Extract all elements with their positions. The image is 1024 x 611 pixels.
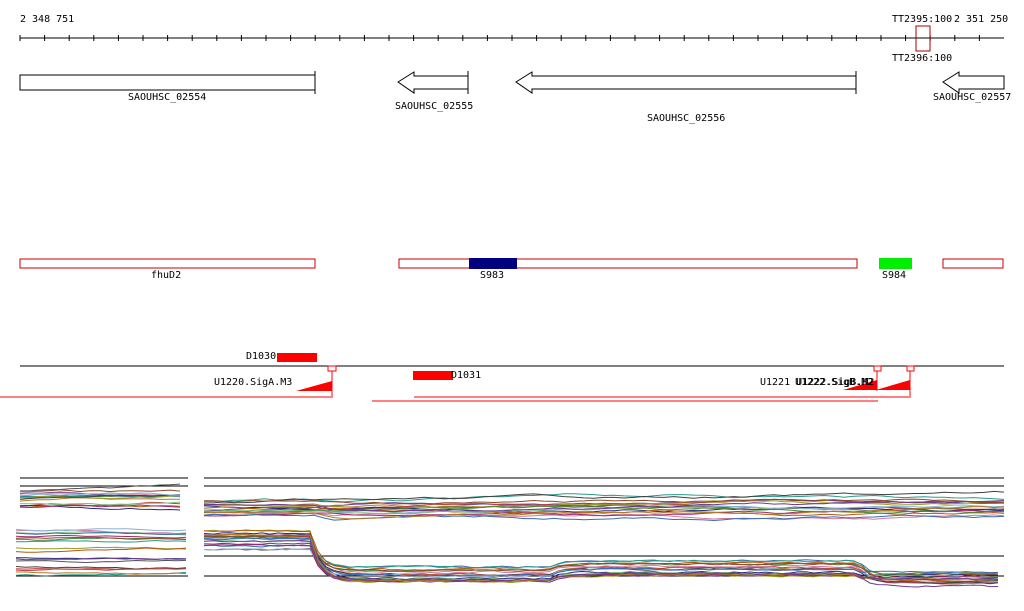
ruler-start-label: 2 348 751 xyxy=(20,14,75,25)
coordinate-ruler xyxy=(19,35,1004,41)
segment-label-d1031: D1031 xyxy=(451,370,482,381)
feature-s983[interactable] xyxy=(469,258,517,269)
gene-arrow-saouhsc-02555[interactable] xyxy=(397,71,469,94)
feature-label-s983: S983 xyxy=(480,270,505,281)
terminator-bottom-label[interactable]: TT2396:100 xyxy=(892,53,952,64)
gene-arrow-saouhsc-02557[interactable] xyxy=(942,71,1005,94)
expression-profile-line xyxy=(20,483,181,492)
gene-label-saouhsc-02554: SAOUHSC_02554 xyxy=(128,92,207,103)
segment-d1030[interactable] xyxy=(277,353,317,362)
expression-panels xyxy=(15,477,1005,588)
expression-profile-lines xyxy=(15,483,1005,588)
feature-fhud2[interactable] xyxy=(19,258,316,269)
feature-right-fragment[interactable] xyxy=(942,258,1004,269)
promoter-wedge-sigb-2[interactable] xyxy=(876,380,910,390)
feature-track xyxy=(19,258,1004,269)
gene-label-saouhsc-02557: SAOUHSC_02557 xyxy=(933,92,1012,103)
gene-label-saouhsc-02556: SAOUHSC_02556 xyxy=(647,113,726,124)
gene-track xyxy=(19,71,1005,94)
gene-arrow-saouhsc-02556[interactable] xyxy=(515,71,857,94)
gene-arrow-saouhsc-02554[interactable] xyxy=(19,74,316,91)
promoter-label-sigb: U1222.SigB.M2 xyxy=(795,377,874,388)
feature-label-s984: S984 xyxy=(882,270,907,281)
feature-s984[interactable] xyxy=(879,258,912,269)
gene-label-saouhsc-02555: SAOUHSC_02555 xyxy=(395,101,474,112)
promoter-box-siga xyxy=(327,365,337,372)
ruler-end-label: 2 351 250 xyxy=(954,14,1009,25)
feature-label-fhud2: fhuD2 xyxy=(151,270,182,281)
promoter-wedge-siga[interactable] xyxy=(296,381,332,391)
expression-profile-line xyxy=(15,559,187,564)
segment-label-d1030: D1030 xyxy=(246,351,277,362)
promoter-label-siga: U1220.SigA.M3 xyxy=(214,377,293,388)
promoter-box-sigb-2 xyxy=(906,365,915,372)
terminator-top-label[interactable]: TT2395:100 xyxy=(892,14,952,25)
promoter-box-sigb-1 xyxy=(873,365,882,372)
expression-profile-line xyxy=(15,528,187,532)
segment-d1031[interactable] xyxy=(413,371,453,380)
feature-s983-region[interactable] xyxy=(398,258,858,269)
